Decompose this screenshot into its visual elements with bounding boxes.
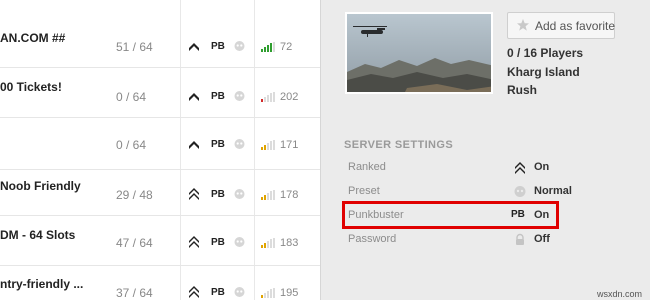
skull-icon [514,186,526,197]
rank-double-chevron-icon [189,188,199,200]
server-players: 47 / 64 [116,236,153,250]
server-ping: 183 [280,237,299,249]
setting-label: Ranked [348,161,386,173]
rank-chevron-icon [189,93,199,101]
punkbuster-highlight-box [342,201,559,229]
watermark: wsxdn.com [597,289,643,299]
rank-chevron-icon [189,43,199,51]
rank-double-chevron-icon [189,286,199,298]
rank-double-chevron-icon [189,236,199,248]
skull-icon [234,189,245,199]
ping-bars-icon [261,288,275,298]
server-name: AN.COM ## [0,31,66,45]
setting-value: Normal [534,185,572,197]
skull-icon [234,91,245,101]
setting-value: On [534,161,550,173]
lock-icon [516,233,524,245]
setting-password: Password Off [345,230,645,252]
server-ping: 72 [280,41,293,53]
punkbuster-icon: PB [211,91,225,102]
server-row[interactable]: AN.COM ## 51 / 64 PB 72 [0,0,320,68]
skull-icon [234,287,245,297]
server-players: 51 / 64 [116,40,153,54]
punkbuster-icon: PB [211,189,225,200]
ping-bars-icon [261,238,275,248]
server-row[interactable]: 00 Tickets! 0 / 64 PB 202 [0,68,320,118]
server-row[interactable]: ntry-friendly ... 37 / 64 PB 195 [0,266,320,300]
game-mode: Rush [507,83,537,97]
add-favorite-button[interactable]: Add as favorite [507,12,615,39]
ping-bars-icon [261,42,275,52]
server-detail-panel: Add as favorite 0 / 16 Players Kharg Isl… [320,0,650,300]
skull-icon [234,139,245,149]
map-thumbnail [345,12,493,94]
server-ping: 195 [280,287,299,299]
skull-icon [234,237,245,247]
settings-heading: SERVER SETTINGS [344,139,454,151]
setting-label: Password [348,233,397,245]
star-icon [517,19,529,31]
setting-ranked: Ranked On [345,158,645,180]
punkbuster-icon: PB [211,237,225,248]
server-list: AN.COM ## 51 / 64 PB 72 00 Tickets! 0 / … [0,0,320,300]
map-name: Kharg Island [507,65,580,79]
server-ping: 178 [280,189,299,201]
setting-label: Preset [348,185,380,197]
server-ping: 202 [280,91,299,103]
server-players: 29 / 48 [116,188,153,202]
server-ping: 171 [280,139,299,151]
add-favorite-label: Add as favorite [535,19,616,33]
server-row[interactable]: 0 / 64 PB 171 [0,118,320,170]
rank-chevron-icon [189,141,199,149]
server-players: 0 / 64 [116,138,147,152]
server-players: 0 / 64 [116,90,147,104]
skull-icon [234,41,245,51]
server-row[interactable]: Noob Friendly 29 / 48 PB 178 [0,170,320,216]
punkbuster-icon: PB [211,41,225,52]
punkbuster-icon: PB [211,139,225,150]
server-name: ntry-friendly ... [0,277,84,291]
server-name: DM - 64 Slots [0,228,76,242]
server-players: 37 / 64 [116,286,153,300]
punkbuster-icon: PB [211,287,225,298]
rank-chevron-icon [515,162,525,174]
ping-bars-icon [261,140,275,150]
ping-bars-icon [261,92,275,102]
ping-bars-icon [261,190,275,200]
player-count: 0 / 16 Players [507,46,584,60]
server-name: 00 Tickets! [0,80,62,94]
server-row[interactable]: DM - 64 Slots 47 / 64 PB 183 [0,216,320,266]
setting-value: Off [534,233,550,245]
server-name: Noob Friendly [0,179,81,193]
